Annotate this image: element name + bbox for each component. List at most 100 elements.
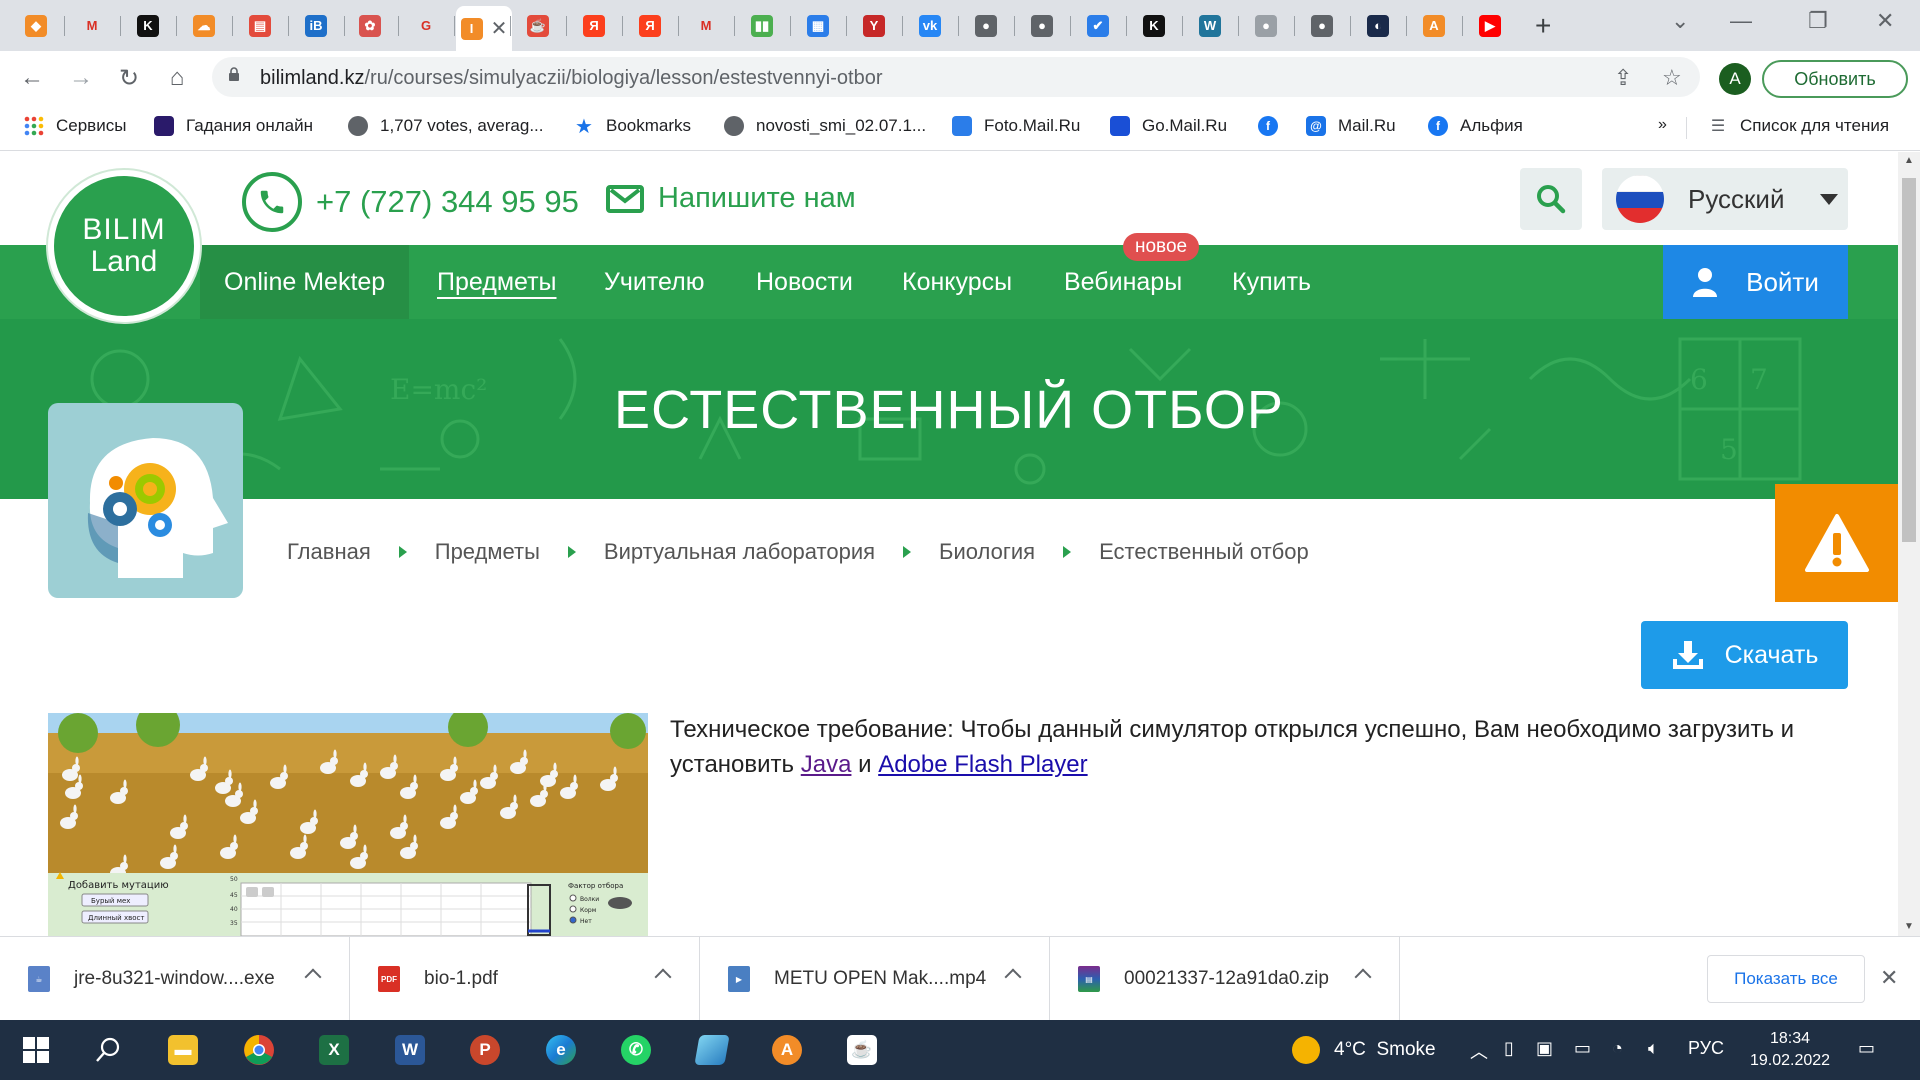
java-link[interactable]: Java: [801, 751, 852, 778]
show-all-downloads-button[interactable]: Показать все: [1707, 955, 1865, 1003]
language-selector[interactable]: Русский: [1602, 168, 1848, 230]
nav-teacher[interactable]: Учителю: [604, 245, 704, 319]
avast-app[interactable]: A: [765, 1028, 809, 1072]
bookmark-item[interactable]: f: [1258, 116, 1290, 136]
bilimland-logo[interactable]: BILIM Land: [48, 170, 200, 322]
update-button[interactable]: Обновить: [1762, 60, 1908, 98]
nav-online-mektep[interactable]: Online Mektep: [200, 245, 410, 319]
java-app[interactable]: ☕: [840, 1028, 884, 1072]
bookmark-item[interactable]: Foto.Mail.Ru: [952, 116, 1080, 136]
powerpoint-app[interactable]: P: [463, 1028, 507, 1072]
profile-avatar[interactable]: A: [1719, 63, 1751, 95]
browser-tab[interactable]: ●: [1302, 8, 1342, 43]
input-language[interactable]: РУС: [1688, 1038, 1724, 1059]
bookmarks-overflow-button[interactable]: »: [1658, 116, 1667, 134]
chevron-up-icon[interactable]: [1354, 968, 1372, 986]
browser-tab[interactable]: W: [1190, 8, 1230, 43]
restore-button[interactable]: ❐: [1808, 8, 1828, 34]
breadcrumb-virtual-lab[interactable]: Виртуальная лаборатория: [604, 539, 875, 565]
browser-tab[interactable]: ●: [1246, 8, 1286, 43]
bookmark-item[interactable]: Гадания онлайн: [154, 116, 313, 136]
site-search-button[interactable]: [1520, 168, 1582, 230]
nav-contests[interactable]: Конкурсы: [902, 245, 1012, 319]
chevron-up-icon[interactable]: [1004, 968, 1022, 986]
bookmark-item[interactable]: Сервисы: [24, 116, 126, 136]
scrollbar-thumb[interactable]: [1902, 178, 1916, 542]
chevron-up-icon[interactable]: [304, 968, 322, 986]
bookmark-item[interactable]: novosti_smi_02.07.1...: [724, 116, 926, 136]
phone-contact[interactable]: +7 (727) 344 95 95: [242, 172, 579, 232]
login-button[interactable]: Войти: [1663, 245, 1848, 319]
bookmark-item[interactable]: ★ Bookmarks: [574, 116, 691, 138]
nav-subjects[interactable]: Предметы: [437, 245, 557, 319]
download-item[interactable]: ▶ METU OPEN Mak....mp4: [700, 937, 1050, 1021]
whatsapp-app[interactable]: ✆: [614, 1028, 658, 1072]
browser-tab[interactable]: ●: [1022, 8, 1062, 43]
simulator-preview[interactable]: Добавить мутацию Бурый мех Длинный хвост…: [48, 713, 648, 936]
tablet-icon[interactable]: ▯: [1504, 1038, 1514, 1059]
browser-tab[interactable]: ●: [966, 8, 1006, 43]
download-item[interactable]: PDF bio-1.pdf: [350, 937, 700, 1021]
bookmark-item[interactable]: Go.Mail.Ru: [1110, 116, 1227, 136]
battery-icon[interactable]: ▭: [1574, 1038, 1591, 1059]
bookmark-star-icon[interactable]: ☆: [1662, 65, 1682, 91]
browser-tab[interactable]: ▮▮: [742, 8, 782, 43]
browser-tab[interactable]: ◆: [16, 8, 56, 43]
screen-icon[interactable]: ▣: [1536, 1038, 1553, 1059]
tab-search-icon[interactable]: ⌄: [1671, 8, 1689, 34]
browser-tab[interactable]: vk: [910, 8, 950, 43]
browser-tab[interactable]: ▤: [240, 8, 280, 43]
breadcrumb-biology[interactable]: Биология: [939, 539, 1035, 565]
browser-tab[interactable]: Я: [574, 8, 614, 43]
wifi-icon[interactable]: ◔: [1612, 1038, 1623, 1059]
browser-tab[interactable]: ✔: [1078, 8, 1118, 43]
home-button[interactable]: ⌂: [160, 61, 194, 95]
share-icon[interactable]: ⇪: [1614, 65, 1632, 91]
notes-app[interactable]: [690, 1028, 734, 1072]
browser-tab[interactable]: ☕: [518, 8, 558, 43]
browser-tab[interactable]: I ✕: [456, 6, 512, 51]
nav-buy[interactable]: Купить: [1232, 245, 1311, 319]
browser-tab[interactable]: A: [1414, 8, 1454, 43]
close-downloads-bar-button[interactable]: ✕: [1880, 965, 1898, 991]
browser-tab[interactable]: ☁: [184, 8, 224, 43]
chrome-app[interactable]: [237, 1028, 281, 1072]
browser-tab[interactable]: Я: [630, 8, 670, 43]
edge-app[interactable]: e: [539, 1028, 583, 1072]
forward-button[interactable]: →: [64, 61, 98, 95]
bookmark-item[interactable]: f Альфия: [1428, 116, 1523, 136]
flash-link[interactable]: Adobe Flash Player: [878, 751, 1087, 778]
breadcrumb-subjects[interactable]: Предметы: [435, 539, 540, 565]
bookmark-item[interactable]: @ Mail.Ru: [1306, 116, 1396, 136]
chevron-up-icon[interactable]: [654, 968, 672, 986]
lock-icon[interactable]: [228, 67, 240, 81]
reload-button[interactable]: ↻: [112, 61, 146, 95]
page-scrollbar[interactable]: ▲ ▼: [1898, 152, 1920, 936]
notifications-icon[interactable]: ▭: [1858, 1038, 1875, 1059]
browser-tab[interactable]: iB: [296, 8, 336, 43]
browser-tab[interactable]: K: [1134, 8, 1174, 43]
browser-tab[interactable]: G: [406, 8, 446, 43]
back-button[interactable]: ←: [15, 61, 49, 95]
tray-expand-icon[interactable]: ︿: [1470, 1038, 1488, 1064]
excel-app[interactable]: X: [312, 1028, 356, 1072]
browser-tab[interactable]: M: [72, 8, 112, 43]
browser-tab[interactable]: ◐: [1358, 8, 1398, 43]
close-tab-icon[interactable]: ✕: [491, 16, 508, 41]
file-explorer-app[interactable]: ▬: [161, 1028, 205, 1072]
search-button[interactable]: [86, 1028, 130, 1072]
scroll-up-arrow-icon[interactable]: ▲: [1898, 152, 1920, 170]
browser-tab[interactable]: Y: [854, 8, 894, 43]
volume-icon[interactable]: 🔈︎: [1648, 1038, 1659, 1059]
browser-tab[interactable]: K: [128, 8, 168, 43]
start-button[interactable]: [14, 1028, 58, 1072]
download-button[interactable]: Скачать: [1641, 621, 1848, 689]
reading-list-button[interactable]: ☰ Список для чтения: [1708, 116, 1889, 136]
browser-tab[interactable]: ▶: [1470, 8, 1510, 43]
word-app[interactable]: W: [388, 1028, 432, 1072]
address-bar[interactable]: bilimland.kz/ru/courses/simulyaczii/biol…: [212, 57, 1700, 97]
minimize-button[interactable]: —: [1730, 8, 1752, 34]
scroll-down-arrow-icon[interactable]: ▼: [1898, 918, 1920, 936]
browser-tab[interactable]: ▦: [798, 8, 838, 43]
browser-tab[interactable]: ✿: [350, 8, 390, 43]
